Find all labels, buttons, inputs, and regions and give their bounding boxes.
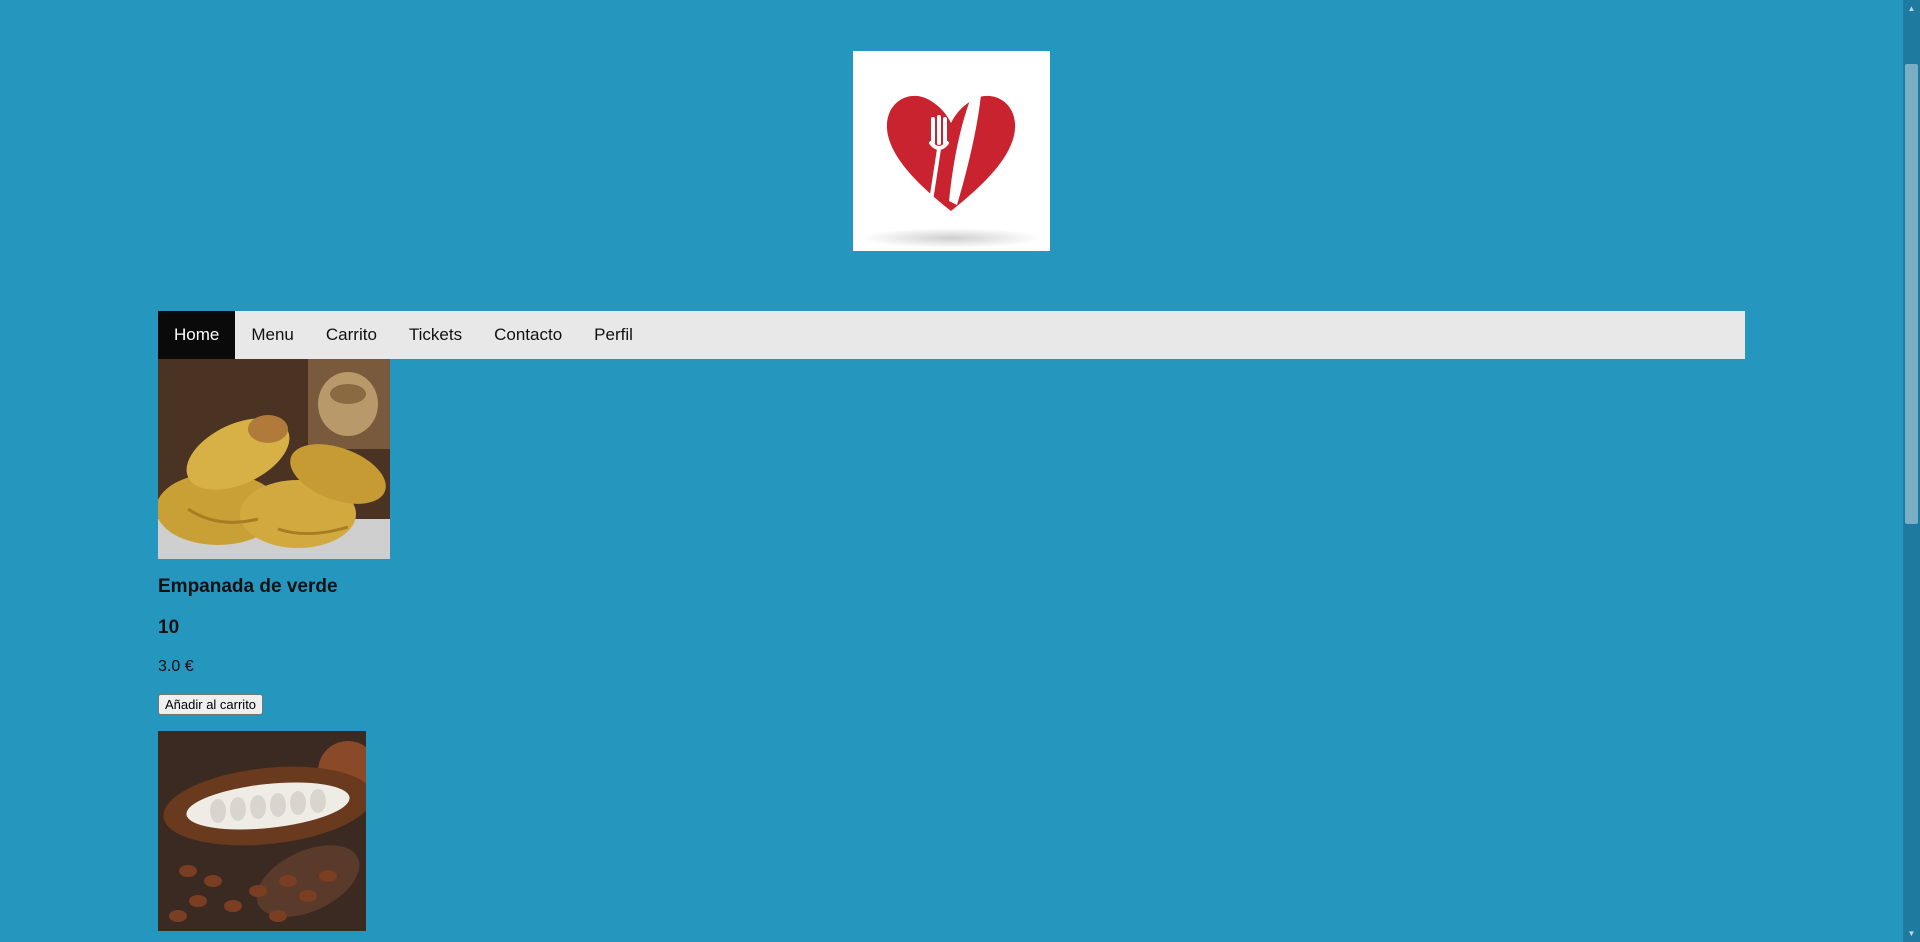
scroll-up-icon[interactable]: ▲ [1903,0,1920,17]
heart-fork-knife-logo-icon [861,93,1041,248]
nav-menu[interactable]: Menu [235,311,310,359]
nav-perfil[interactable]: Perfil [578,311,649,359]
scroll-down-icon[interactable]: ▼ [1903,925,1920,942]
product-quantity: 10 [158,617,180,638]
product-price: 3.0 € [158,658,194,675]
scroll-thumb[interactable] [1905,64,1918,524]
product-name: Empanada de verde [158,576,338,597]
nav-home[interactable]: Home [158,311,236,359]
cacao-pod-photo-icon [158,731,366,931]
nav-tickets[interactable]: Tickets [393,311,478,359]
main-navbar: Home Menu Carrito Tickets Contacto Perfi… [158,311,1745,359]
add-to-cart-button[interactable]: Añadir al carrito [158,694,264,715]
page-scrollbar[interactable]: ▲ ▼ [1903,0,1920,942]
nav-contacto[interactable]: Contacto [478,311,578,359]
empanadas-photo-icon [158,359,390,559]
logo [853,51,1050,251]
nav-carrito[interactable]: Carrito [310,311,393,359]
